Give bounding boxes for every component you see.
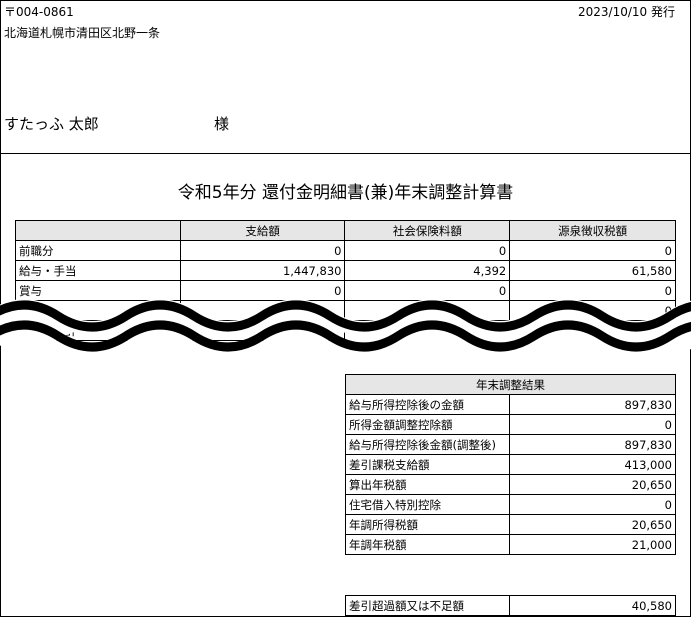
row-label: 算出年税額 [344, 474, 511, 495]
postal-code: 〒004-0861 [4, 5, 74, 19]
row-label: 年調所得税額 [344, 514, 511, 535]
address: 北海道札幌市清田区北野一条 [4, 26, 161, 40]
cell-value: 0 [509, 494, 676, 515]
table-row: 算出年税額 20,650 [344, 474, 676, 495]
cell-value: 897,830 [509, 394, 676, 415]
cell-value: 61,580 [509, 260, 676, 281]
table-row: 住宅借入特別控除 0 [344, 494, 676, 515]
cell-value: 4,392 [344, 260, 511, 281]
row-label: 給与所得控除後金額(調整後) [344, 434, 511, 455]
row-label: 年調年税額 [344, 534, 511, 555]
table-header-row: 支給額 社会保険料額 源泉徴収税額 [15, 220, 676, 241]
final-balance-table: 差引超過額又は不足額 40,580 [344, 595, 676, 616]
cell-value: 0 [509, 414, 676, 435]
cell-value: 897,830 [509, 434, 676, 455]
row-label: 差引課税支給額 [344, 454, 511, 475]
cell-value: 20,650 [509, 474, 676, 495]
honorific: 様 [214, 115, 230, 133]
header-cell: 源泉徴収税額 [509, 220, 676, 241]
table-row: 年調年税額 21,000 [344, 534, 676, 555]
cell-value: 1,447,830 [179, 260, 346, 281]
table-row: 所得金額調整控除額 0 [344, 414, 676, 435]
row-label: 住宅借入特別控除 [344, 494, 511, 515]
row-label: 差引超過額又は不足額 [344, 595, 511, 616]
row-label: 給与・手当 [15, 260, 181, 281]
table-row: 給与所得控除後の金額 897,830 [344, 394, 676, 415]
row-label: 前職分 [15, 240, 181, 261]
header-cell: 年末調整結果 [345, 374, 676, 395]
cell-value: 40,580 [509, 595, 676, 616]
header-cell: 支給額 [179, 220, 346, 241]
row-label: 給与所得控除後の金額 [344, 394, 511, 415]
row-label: 所得金額調整控除額 [344, 414, 511, 435]
cell-value: 0 [344, 240, 511, 261]
table-row: 差引超過額又は不足額 40,580 [344, 595, 676, 616]
table-row: 年調所得税額 20,650 [344, 514, 676, 535]
header-cell: 社会保険料額 [344, 220, 511, 241]
tear-wave-graphic [0, 299, 691, 352]
header-divider [0, 153, 691, 154]
header-cell [15, 220, 181, 241]
table-row: 給与・手当 1,447,830 4,392 61,580 [15, 260, 676, 281]
recipient-name: すたっふ 太郎 [4, 115, 99, 133]
year-end-result-table: 年末調整結果 給与所得控除後の金額 897,830 所得金額調整控除額 0 給与… [344, 374, 676, 555]
cell-value: 20,650 [509, 514, 676, 535]
cell-value: 0 [179, 240, 346, 261]
document-title: 令和5年分 還付金明細書(兼)年末調整計算書 [177, 183, 514, 203]
table-header-row: 年末調整結果 [345, 374, 676, 395]
cell-value: 21,000 [509, 534, 676, 555]
table-row: 差引課税支給額 413,000 [344, 454, 676, 475]
cell-value: 0 [509, 240, 676, 261]
issue-date: 2023/10/10 発行 [578, 5, 675, 19]
table-row: 前職分 0 0 0 [15, 240, 676, 261]
cell-value: 413,000 [509, 454, 676, 475]
table-row: 給与所得控除後金額(調整後) 897,830 [344, 434, 676, 455]
